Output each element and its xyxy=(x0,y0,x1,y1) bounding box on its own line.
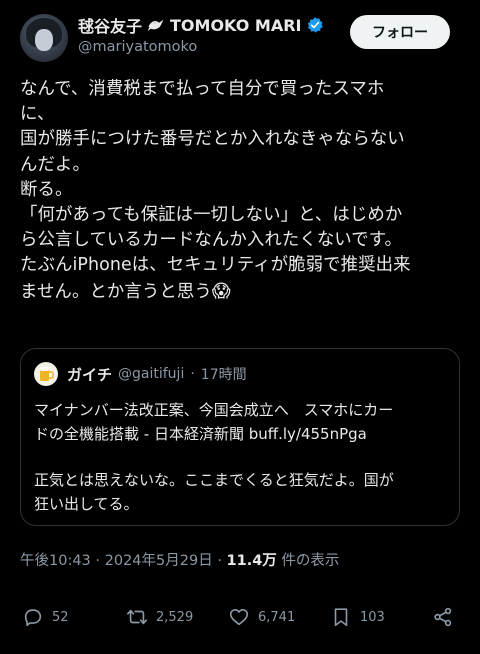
quoted-line: マイナンバー法改正案、今国会成立へ スマホにカー xyxy=(34,401,394,419)
quoted-tweet-body: マイナンバー法改正案、今国会成立へ スマホにカー ドの全機能搭載 - 日本経済新… xyxy=(34,398,449,516)
tweet-line: なんで、消費税まで払って自分で買ったスマホ xyxy=(20,79,385,99)
reply-button[interactable]: 52 xyxy=(22,606,69,628)
quoted-tweet-header: ガイチ @gaitifuji · 17時間 xyxy=(34,362,247,386)
quoted-line: ドの全機能搭載 - 日本経済新聞 buff.ly/455nPga xyxy=(34,425,367,443)
retweet-icon xyxy=(127,609,147,625)
tweet-line: 断る。 xyxy=(20,179,73,200)
tweet-meta: 午後10:43 · 2024年5月29日 · 11.4万 件の表示 xyxy=(20,549,339,570)
tweet-line: に、 xyxy=(20,104,55,125)
bookmark-icon xyxy=(334,608,348,627)
tweet-date[interactable]: 2024年5月29日 xyxy=(105,553,213,569)
bookmark-count: 103 xyxy=(360,609,385,625)
tweet-line: んだよ。 xyxy=(20,154,90,175)
reply-icon xyxy=(24,609,42,627)
tweet-line: たぶんiPhoneは、セキュリティが脆弱で推奨出来 xyxy=(20,255,411,276)
like-button[interactable]: 6,741 xyxy=(228,606,295,628)
share-button[interactable] xyxy=(432,606,454,628)
dove-icon xyxy=(147,19,164,31)
retweet-count: 2,529 xyxy=(156,609,194,625)
quoted-user-avatar xyxy=(34,362,58,386)
user-name-row[interactable]: 毬谷友子 TOMOKO MARI xyxy=(78,14,324,36)
user-display-name-latin[interactable]: TOMOKO MARI xyxy=(170,16,301,35)
retweet-button[interactable]: 2,529 xyxy=(126,606,193,628)
quoted-user-name[interactable]: ガイチ xyxy=(67,364,112,385)
meta-separator: · xyxy=(95,553,101,569)
views-count: 11.4万 xyxy=(226,553,277,569)
reply-count: 52 xyxy=(52,609,69,625)
follow-button[interactable]: フォロー xyxy=(350,15,450,49)
share-icon xyxy=(434,607,452,627)
user-handle[interactable]: @mariyatomoko xyxy=(78,39,197,55)
quoted-timestamp[interactable]: 17時間 xyxy=(201,364,247,384)
tweet-time[interactable]: 午後10:43 xyxy=(20,553,91,569)
quoted-user-handle[interactable]: @gaitifuji xyxy=(118,366,184,382)
tweet-line: 「何があっても保証は一切しない」と、はじめか xyxy=(20,205,403,226)
user-avatar[interactable] xyxy=(20,14,68,62)
user-display-name[interactable]: 毬谷友子 xyxy=(78,13,142,37)
quoted-line: 狂い出してる。 xyxy=(34,495,139,513)
tweet-body: なんで、消費税まで払って自分で買ったスマホ に、 国が勝手につけた番号だとか入れ… xyxy=(20,77,465,305)
verified-badge-icon xyxy=(308,17,324,33)
quoted-tweet-card[interactable]: ガイチ @gaitifuji · 17時間 マイナンバー法改正案、今国会成立へ … xyxy=(20,348,460,526)
tweet-header: 毬谷友子 TOMOKO MARI @mariyatomoko フォロー xyxy=(20,14,460,64)
action-bar: 52 2,529 6,741 103 xyxy=(22,606,462,632)
avatar-face xyxy=(35,29,53,51)
tweet-line-text: ません。とか言うと思う xyxy=(20,281,212,302)
beer-mug-icon xyxy=(40,367,54,381)
quoted-line: 正気とは思えないな。ここまでくると狂気だよ。国が xyxy=(34,471,394,489)
screaming-face-emoji-icon: 😱 xyxy=(211,280,231,302)
like-count: 6,741 xyxy=(258,609,296,625)
meta-separator: · xyxy=(217,553,222,569)
tweet-line: ら公言しているカードなんか入れたくないです。 xyxy=(20,230,403,251)
quoted-separator: · xyxy=(190,366,195,382)
bookmark-button[interactable]: 103 xyxy=(330,606,385,628)
tweet-line-last: ません。とか言うと思う😱 xyxy=(20,279,465,305)
heart-icon xyxy=(229,609,249,626)
views-label: 件の表示 xyxy=(281,553,340,569)
tweet-line: 国が勝手につけた番号だとか入れなきゃならない xyxy=(20,129,405,150)
